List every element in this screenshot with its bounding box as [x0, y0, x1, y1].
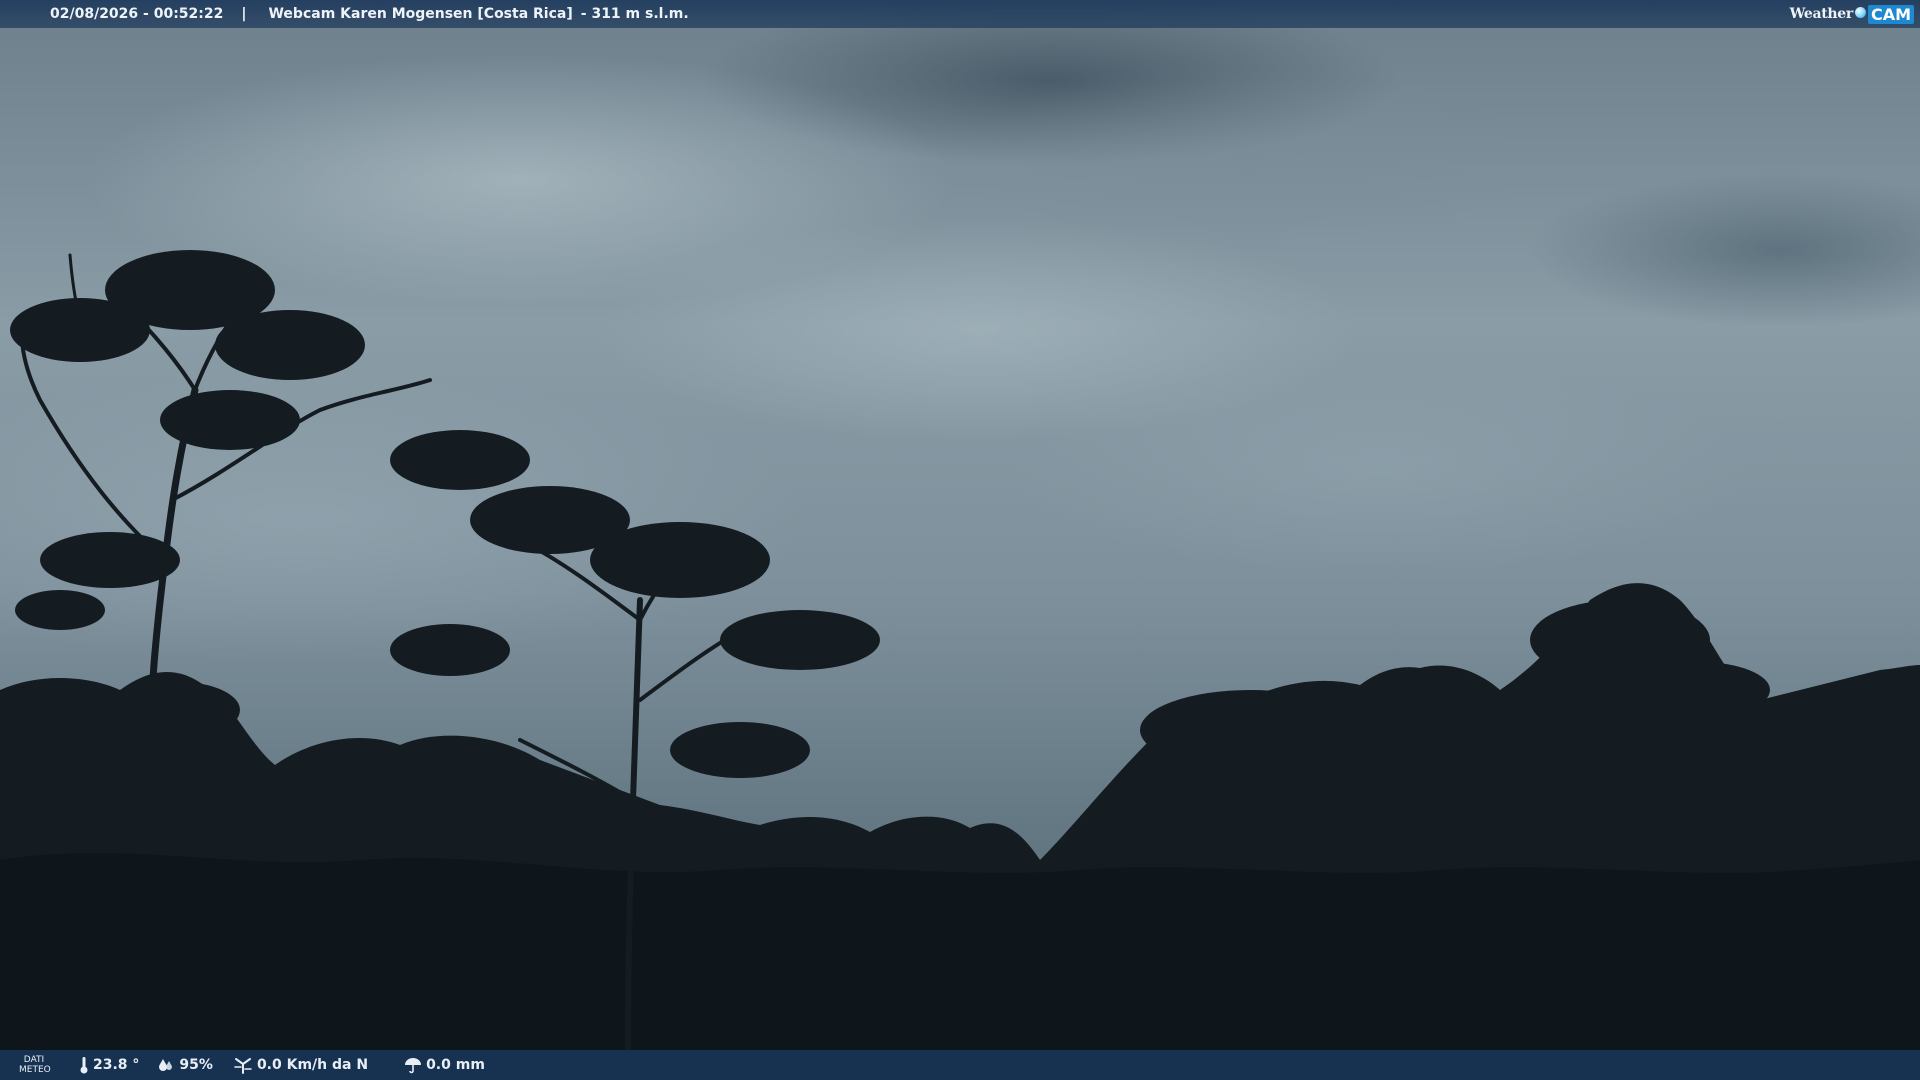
altitude: - 311 m s.l.m. [580, 6, 689, 22]
wind-icon [234, 1058, 252, 1074]
weather-data-bar: DATI METEO 23.8 ° 95% 0.0 Km/h da N 0.0 … [0, 1050, 1920, 1080]
top-info-bar: 02/08/2026 - 00:52:22 | Webcam Karen Mog… [0, 0, 1920, 28]
temperature-item: 23.8 ° [79, 1056, 139, 1074]
rain-value: 0.0 mm [426, 1057, 485, 1073]
thermometer-icon [80, 1057, 88, 1074]
webcam-image [0, 0, 1920, 1080]
rain-umbrella-icon [405, 1058, 422, 1074]
logo-cam-text: CAM [1867, 4, 1914, 24]
meteo-label: METEO [19, 1065, 51, 1075]
dati-meteo-label: DATI METEO [19, 1055, 51, 1075]
title-separator: | [241, 6, 247, 22]
logo-globe-icon [1854, 6, 1866, 18]
logo-weather-text: Weather [1789, 6, 1854, 22]
humidity-item: 95% [157, 1056, 213, 1074]
wind-item: 0.0 Km/h da N [233, 1056, 368, 1074]
webcam-title: Webcam Karen Mogensen [Costa Rica] [268, 6, 573, 22]
rain-item: 0.0 mm [404, 1056, 485, 1074]
humidity-drops-icon [159, 1059, 173, 1071]
temperature-value: 23.8 ° [93, 1057, 140, 1073]
wind-value: 0.0 Km/h da N [256, 1057, 369, 1073]
weathercam-logo: Weather CAM [1790, 4, 1914, 24]
humidity-value: 95% [179, 1057, 213, 1073]
timestamp: 02/08/2026 - 00:52:22 [50, 6, 224, 22]
forest-silhouette [0, 250, 1920, 1080]
dati-label: DATI [23, 1055, 45, 1065]
